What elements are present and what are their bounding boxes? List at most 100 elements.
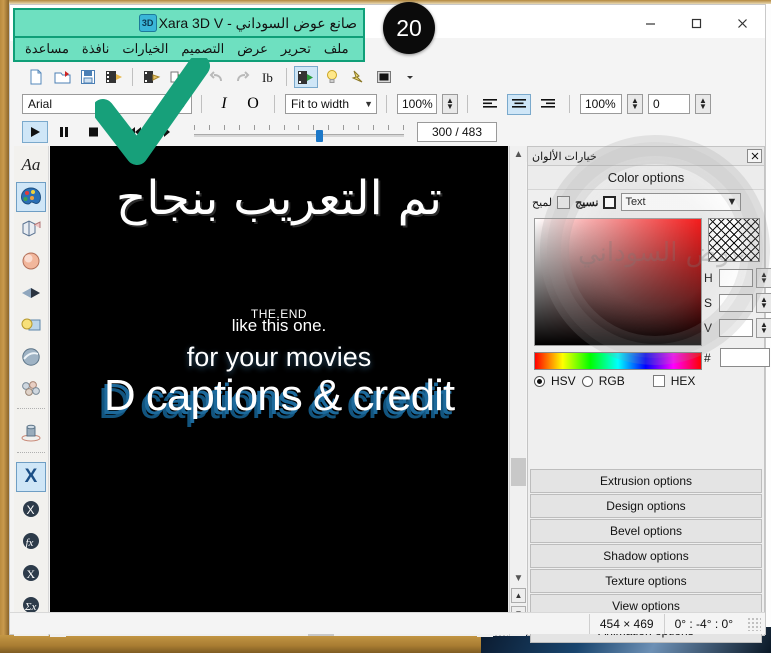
undo-icon[interactable] <box>204 66 228 88</box>
panel-close-button[interactable] <box>747 149 762 163</box>
saturation-value-square[interactable] <box>534 218 702 346</box>
extrusion-options-button[interactable]: Extrusion options <box>530 469 762 493</box>
saturation-stepper[interactable]: ▲▼ <box>756 293 771 313</box>
lighting-icon[interactable] <box>320 66 344 88</box>
scroll-down-arrow[interactable]: ▼ <box>510 570 527 586</box>
value-input[interactable] <box>719 319 753 337</box>
open-file-icon[interactable] <box>50 66 74 88</box>
fit-mode-select[interactable]: Fit to width ▼ <box>285 94 377 114</box>
vertical-scroll-thumb[interactable] <box>511 458 526 486</box>
saturation-field-row: S ▲▼ <box>704 293 771 313</box>
bevel-tool-button[interactable] <box>16 246 46 276</box>
shadow-options-button[interactable]: Shadow options <box>530 544 762 568</box>
minimize-button[interactable] <box>627 5 673 41</box>
value-stepper[interactable]: ▲▼ <box>756 318 771 338</box>
menu-item-file[interactable]: ملف <box>324 41 349 57</box>
toolbar-separator <box>386 95 388 113</box>
render-canvas[interactable]: تم التعريب بنجاح THE.END like this one. … <box>50 146 508 614</box>
hue-stepper[interactable]: ▲▼ <box>756 268 771 288</box>
canvas-credit-captions: D captions & credit <box>50 371 508 421</box>
save-file-icon[interactable] <box>76 66 100 88</box>
fit-mode-value: Fit to width <box>291 97 349 111</box>
rewind-button[interactable] <box>122 121 148 143</box>
hue-label: H <box>704 271 716 285</box>
timeline-ticks <box>194 125 404 131</box>
saturation-input[interactable] <box>719 294 753 312</box>
x-circle-tool-2-button[interactable]: fx <box>16 526 46 556</box>
overflow-chevron-icon[interactable] <box>398 66 422 88</box>
design-options-button[interactable]: Design options <box>530 494 762 518</box>
menu-item-window[interactable]: نافذة <box>82 41 109 57</box>
scroll-page-up-button[interactable]: ▲ <box>511 588 526 603</box>
hsv-radio[interactable] <box>534 376 545 387</box>
x-tool-button[interactable]: X <box>16 462 46 492</box>
background-color-icon[interactable] <box>372 66 396 88</box>
menu-item-options[interactable]: الخيارات <box>122 41 168 57</box>
bevel-options-button[interactable]: Bevel options <box>530 519 762 543</box>
shadow-tool-button[interactable] <box>16 278 46 308</box>
export-flash-icon[interactable] <box>166 66 190 88</box>
scroll-up-arrow[interactable]: ▲ <box>510 146 527 162</box>
tracking-stepper[interactable]: ▲▼ <box>627 94 643 114</box>
redo-icon[interactable] <box>230 66 254 88</box>
canvas-area[interactable]: تم التعريب بنجاح THE.END like this one. … <box>50 146 526 636</box>
stop-button[interactable] <box>80 121 106 143</box>
transparency-swatch[interactable] <box>708 218 760 262</box>
leading-input[interactable]: 0 <box>648 94 690 114</box>
maximize-button[interactable] <box>673 5 719 41</box>
gloss-checkbox[interactable] <box>557 196 570 209</box>
animation-tool-button[interactable] <box>16 374 46 404</box>
align-center-button[interactable] <box>507 94 531 115</box>
window-controls <box>627 5 765 41</box>
fast-forward-button[interactable] <box>151 121 177 143</box>
align-left-button[interactable] <box>478 94 502 115</box>
toolbar-separator <box>274 95 276 113</box>
fit-zoom-input[interactable]: 100% <box>397 94 437 114</box>
chevron-down-icon: ▼ <box>364 99 373 109</box>
effects-icon[interactable] <box>346 66 370 88</box>
menu-item-help[interactable]: مساعدة <box>25 41 69 57</box>
texture-checkbox-label: نسيج <box>575 196 598 209</box>
fit-zoom-stepper[interactable]: ▲▼ <box>442 94 458 114</box>
window-resize-grip[interactable] <box>747 617 761 631</box>
extrude-tool-button[interactable] <box>16 214 46 244</box>
hex-checkbox[interactable] <box>653 375 665 387</box>
new-file-icon[interactable] <box>24 66 48 88</box>
hue-strip[interactable] <box>534 352 702 370</box>
export-animation-icon[interactable] <box>102 66 126 88</box>
rgb-radio[interactable] <box>582 376 593 387</box>
text-tool-icon[interactable]: Ib <box>256 66 280 88</box>
hex-input[interactable] <box>720 348 770 367</box>
text-tool-button[interactable]: Aa <box>16 150 46 180</box>
menu-item-view[interactable]: عرض <box>237 41 268 57</box>
leading-stepper[interactable]: ▲▼ <box>695 94 711 114</box>
text-tool-glyph: Aa <box>22 155 41 175</box>
color-target-select[interactable]: Text ▼ <box>621 193 741 211</box>
app-root: صانع عوض السوداني - Xara 3D V 3D مساعدة … <box>0 0 771 653</box>
pause-button[interactable] <box>51 121 77 143</box>
play-button[interactable] <box>22 121 48 143</box>
x-circle-tool-1-button[interactable]: X <box>16 494 46 524</box>
panel-target-row: لميح نسيج Text ▼ <box>528 190 764 214</box>
texture-checkbox[interactable] <box>603 196 616 209</box>
timeline-slider[interactable] <box>194 123 404 141</box>
texture-tool-button[interactable] <box>16 342 46 372</box>
font-family-select[interactable]: Arial ▼ <box>22 94 192 114</box>
color-tool-button[interactable] <box>16 182 46 212</box>
tracking-input[interactable]: 100% <box>580 94 622 114</box>
align-right-button[interactable] <box>536 94 560 115</box>
outline-button[interactable]: O <box>241 94 265 115</box>
menu-item-edit[interactable]: تحرير <box>281 41 311 57</box>
x-circle-tool-3-button[interactable]: X <box>16 558 46 588</box>
timeline-thumb[interactable] <box>316 130 323 142</box>
menu-item-design[interactable]: التصميم <box>181 41 224 57</box>
lighting-tool-button[interactable] <box>16 310 46 340</box>
texture-options-button[interactable]: Texture options <box>530 569 762 593</box>
rotate-tool-button[interactable] <box>16 418 46 448</box>
italic-button[interactable]: I <box>212 94 236 115</box>
canvas-vertical-scrollbar[interactable]: ▲ ▼ ▲ ▼ <box>509 146 526 636</box>
play-animation-icon[interactable] <box>294 66 318 88</box>
hue-input[interactable] <box>719 269 753 287</box>
export-image-icon[interactable] <box>140 66 164 88</box>
close-button[interactable] <box>719 5 765 41</box>
